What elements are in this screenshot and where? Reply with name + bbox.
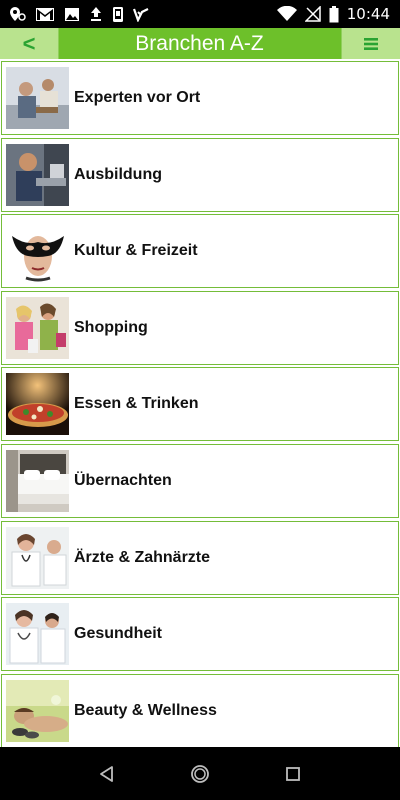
category-item-essen-trinken[interactable]: Essen & Trinken bbox=[1, 367, 399, 442]
menu-button[interactable] bbox=[341, 28, 400, 59]
category-item-ausbildung[interactable]: Ausbildung bbox=[1, 137, 399, 212]
category-item-beauty-wellness[interactable]: Beauty & Wellness bbox=[1, 673, 399, 747]
upload-icon bbox=[89, 6, 103, 22]
app-bar: < Branchen A-Z bbox=[0, 28, 400, 59]
category-item-uebernachten[interactable]: Übernachten bbox=[1, 443, 399, 518]
category-list: Experten vor Ort Ausbildung Kultur & Fre… bbox=[0, 59, 400, 747]
doctor-thumbnail bbox=[6, 526, 69, 589]
category-item-gesundheit[interactable]: Gesundheit bbox=[1, 597, 399, 672]
home-circle-icon bbox=[191, 764, 209, 783]
check-icon bbox=[133, 6, 149, 22]
back-triangle-icon bbox=[99, 765, 113, 782]
category-label: Gesundheit bbox=[74, 625, 163, 643]
system-recents-button[interactable] bbox=[273, 754, 313, 794]
category-label: Kultur & Freizeit bbox=[74, 242, 198, 260]
shopping-thumbnail bbox=[6, 296, 69, 359]
category-item-kultur-freizeit[interactable]: Kultur & Freizeit bbox=[1, 214, 399, 289]
experts-thumbnail bbox=[6, 67, 69, 129]
wifi-icon bbox=[276, 6, 297, 22]
recents-square-icon bbox=[286, 766, 301, 781]
battery-icon bbox=[329, 5, 339, 23]
category-label: Beauty & Wellness bbox=[74, 701, 217, 719]
back-button[interactable]: < bbox=[0, 28, 59, 59]
system-back-button[interactable] bbox=[87, 754, 127, 794]
category-item-shopping[interactable]: Shopping bbox=[1, 290, 399, 365]
category-label: Übernachten bbox=[74, 471, 172, 489]
spa-thumbnail bbox=[6, 679, 69, 742]
status-bar: 10:44 bbox=[0, 0, 400, 28]
page-title: Branchen A-Z bbox=[135, 31, 264, 55]
category-label: Ausbildung bbox=[74, 165, 162, 183]
gmail-icon bbox=[35, 7, 55, 22]
hotel-bed-thumbnail bbox=[6, 449, 69, 512]
medical-team-thumbnail bbox=[6, 603, 69, 666]
category-label: Essen & Trinken bbox=[74, 395, 199, 413]
status-right-icons: 10:44 bbox=[276, 5, 390, 23]
phone-icon bbox=[112, 6, 124, 23]
category-item-experten-vor-ort[interactable]: Experten vor Ort bbox=[1, 61, 399, 135]
category-label: Shopping bbox=[74, 318, 148, 336]
pizza-thumbnail bbox=[6, 373, 69, 436]
system-home-button[interactable] bbox=[180, 754, 220, 794]
system-nav-bar bbox=[0, 747, 400, 800]
category-label: Ärzte & Zahnärzte bbox=[74, 548, 211, 566]
category-label: Experten vor Ort bbox=[74, 89, 201, 106]
mask-thumbnail bbox=[6, 220, 69, 283]
apprentice-thumbnail bbox=[6, 143, 69, 206]
status-left-icons bbox=[8, 6, 149, 23]
status-time: 10:44 bbox=[346, 5, 390, 23]
hamburger-menu-icon bbox=[364, 37, 378, 50]
no-signal-icon bbox=[304, 6, 321, 22]
image-icon bbox=[64, 7, 80, 22]
category-item-aerzte-zahnaerzte[interactable]: Ärzte & Zahnärzte bbox=[1, 520, 399, 595]
location-pin-icon bbox=[8, 6, 26, 22]
